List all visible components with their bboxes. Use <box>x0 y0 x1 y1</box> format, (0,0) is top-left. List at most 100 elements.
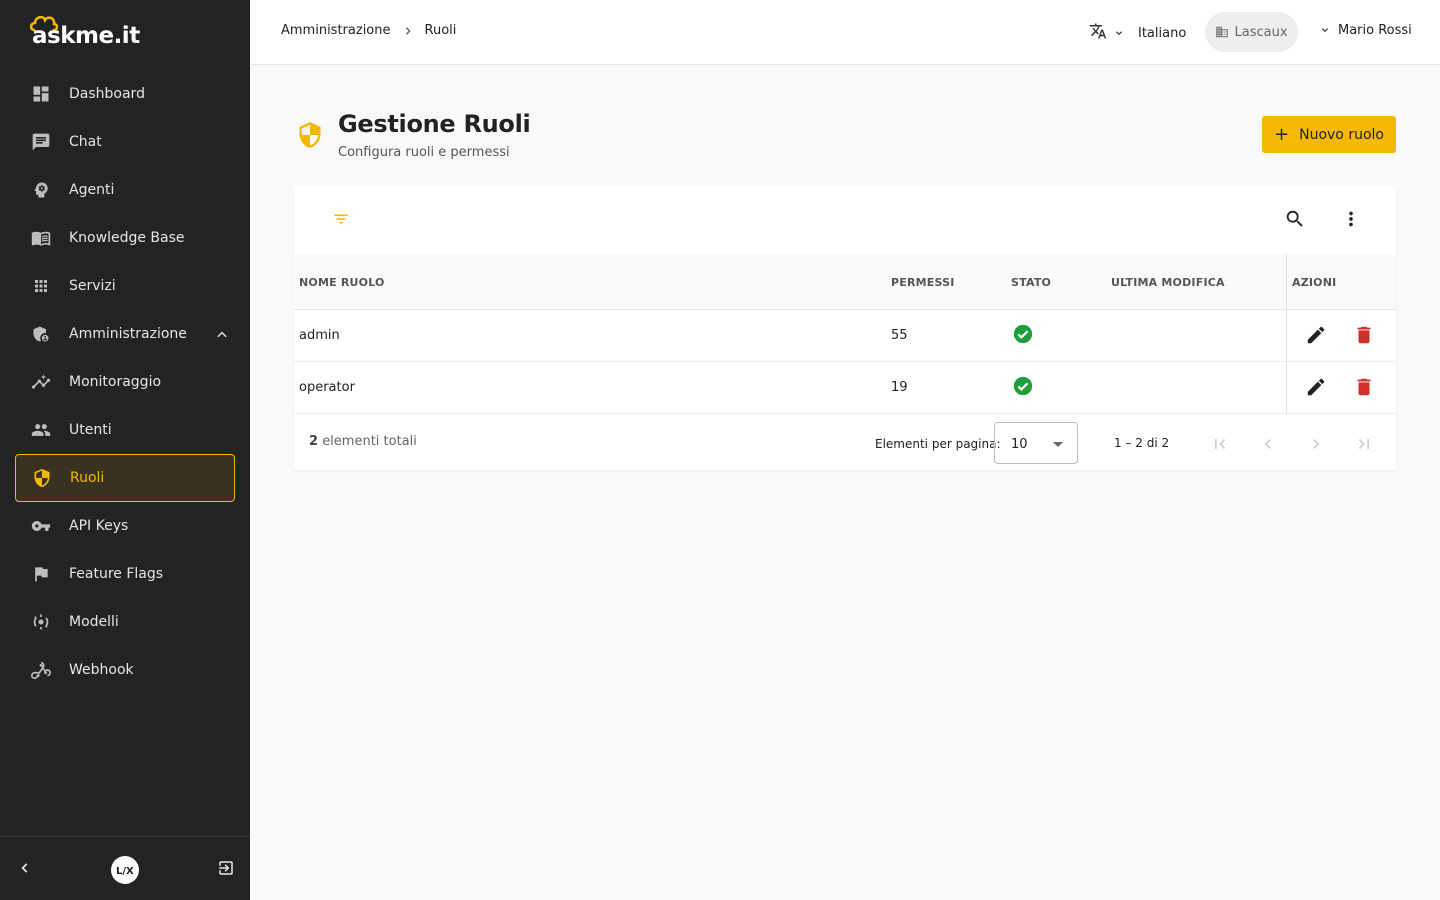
sidebar-item-amministrazione[interactable]: Amministrazione <box>15 310 235 358</box>
table-header: NOME RUOLO PERMESSI STATO ULTIMA MODIFIC… <box>294 254 1396 310</box>
language-selector[interactable]: Italiano <box>1088 22 1186 44</box>
shield-icon <box>31 467 53 489</box>
language-label: Italiano <box>1138 25 1187 41</box>
breadcrumb-item[interactable]: Amministrazione <box>281 23 391 38</box>
sidebar-item-modelli[interactable]: Modelli <box>15 598 235 646</box>
search-icon[interactable] <box>1284 208 1306 234</box>
sidebar-item-label: Servizi <box>69 278 116 294</box>
new-role-button-label: Nuovo ruolo <box>1299 126 1384 143</box>
last-page-icon[interactable] <box>1354 434 1374 458</box>
roles-table-card: NOME RUOLO PERMESSI STATO ULTIMA MODIFIC… <box>294 186 1396 470</box>
page-title: Gestione Ruoli <box>338 110 531 138</box>
flag-icon <box>30 563 52 585</box>
filter-icon[interactable] <box>330 210 352 232</box>
edit-icon[interactable] <box>1305 324 1327 350</box>
sidebar-item-label: API Keys <box>69 518 129 534</box>
new-role-button[interactable]: + Nuovo ruolo <box>1262 116 1396 153</box>
logout-icon[interactable] <box>217 859 235 881</box>
logo-text: askme.it <box>32 23 140 49</box>
tenant-label: Lascaux <box>1234 24 1288 40</box>
sidebar-item-label: Monitoraggio <box>69 374 162 390</box>
app-logo[interactable]: askme.it <box>30 12 142 49</box>
column-header-actions: AZIONI <box>1292 276 1337 289</box>
total-count: 2 elementi totali <box>309 434 417 449</box>
column-header-name[interactable]: NOME RUOLO <box>299 276 385 289</box>
chat-icon <box>30 131 52 153</box>
sidebar-item-ruoli[interactable]: Ruoli <box>15 454 235 502</box>
first-page-icon[interactable] <box>1210 434 1230 458</box>
sidebar-item-label: Chat <box>69 134 102 150</box>
more-vertical-icon[interactable] <box>1340 208 1362 234</box>
column-header-status[interactable]: STATO <box>1011 276 1051 289</box>
sidebar-footer: L/X <box>0 836 250 900</box>
sidebar-item-webhook[interactable]: Webhook <box>15 646 235 694</box>
page-subtitle: Configura ruoli e permessi <box>338 145 510 160</box>
sidebar-item-knowledge-base[interactable]: Knowledge Base <box>15 214 235 262</box>
breadcrumb: Amministrazione Ruoli <box>281 23 456 38</box>
translate-icon <box>1088 22 1108 44</box>
top-header: Amministrazione Ruoli Italiano Lascaux M… <box>250 0 1440 65</box>
sidebar-item-utenti[interactable]: Utenti <box>15 406 235 454</box>
next-page-icon[interactable] <box>1306 434 1326 458</box>
role-name: admin <box>299 328 340 343</box>
edit-icon[interactable] <box>1305 376 1327 402</box>
dashboard-icon <box>30 83 52 105</box>
role-permissions: 19 <box>891 380 908 395</box>
dropdown-arrow-icon <box>1053 442 1063 447</box>
column-header-permissions[interactable]: PERMESSI <box>891 276 955 289</box>
column-header-last-modified[interactable]: ULTIMA MODIFICA <box>1111 276 1225 289</box>
sidebar-item-label: Agenti <box>69 182 115 198</box>
collapse-sidebar-icon[interactable] <box>18 859 32 881</box>
sidebar-item-label: Dashboard <box>69 86 145 102</box>
table-row[interactable]: admin 55 <box>294 310 1396 362</box>
sidebar-item-label: Feature Flags <box>69 566 164 582</box>
sidebar-item-agenti[interactable]: Agenti <box>15 166 235 214</box>
key-icon <box>30 515 52 537</box>
analytics-icon <box>30 371 52 393</box>
sidebar-item-feature-flags[interactable]: Feature Flags <box>15 550 235 598</box>
delete-icon[interactable] <box>1353 376 1375 402</box>
plus-icon: + <box>1274 123 1290 145</box>
sidebar-item-label: Modelli <box>69 614 119 630</box>
model-icon <box>30 611 52 633</box>
brand-avatar[interactable]: L/X <box>111 856 139 884</box>
people-icon <box>30 419 52 441</box>
pagination-range: 1 – 2 di 2 <box>1114 436 1170 450</box>
prev-page-icon[interactable] <box>1258 434 1278 458</box>
user-name: Mario Rossi <box>1338 23 1412 38</box>
chevron-up-icon[interactable] <box>215 327 229 346</box>
per-page-value: 10 <box>1011 437 1028 452</box>
role-name: operator <box>299 380 355 395</box>
role-permissions: 55 <box>891 328 908 343</box>
sidebar-item-label: Amministrazione <box>69 326 187 342</box>
building-icon <box>1216 26 1229 38</box>
chevron-down-icon <box>1320 23 1330 38</box>
sidebar-item-label: Ruoli <box>70 470 105 486</box>
tenant-selector[interactable]: Lascaux <box>1205 12 1298 52</box>
chevron-right-icon <box>403 25 413 37</box>
sidebar-item-label: Utenti <box>69 422 112 438</box>
admin-shield-icon <box>30 323 52 345</box>
table-row[interactable]: operator 19 <box>294 362 1396 414</box>
webhook-icon <box>30 659 52 681</box>
book-icon <box>30 227 52 249</box>
delete-icon[interactable] <box>1353 324 1375 350</box>
apps-grid-icon <box>30 275 52 297</box>
svg-text:L/X: L/X <box>116 866 134 877</box>
per-page-select[interactable]: 10 <box>994 422 1078 464</box>
sidebar-item-monitoraggio[interactable]: Monitoraggio <box>15 358 235 406</box>
sidebar-item-api-keys[interactable]: API Keys <box>15 502 235 550</box>
sidebar-item-dashboard[interactable]: Dashboard <box>15 70 235 118</box>
per-page-label: Elementi per pagina: <box>875 437 1001 451</box>
sidebar-item-label: Knowledge Base <box>69 230 185 246</box>
sidebar-item-label: Webhook <box>69 662 134 678</box>
agent-icon <box>30 179 52 201</box>
sidebar-item-servizi[interactable]: Servizi <box>15 262 235 310</box>
total-count-label: elementi totali <box>322 434 417 449</box>
user-menu[interactable]: Mario Rossi <box>1320 23 1412 38</box>
sidebar: askme.it Dashboard Chat Agenti Knowledge… <box>0 0 250 900</box>
sidebar-nav: Dashboard Chat Agenti Knowledge Base Ser… <box>15 70 235 694</box>
chevron-down-icon <box>1114 26 1124 41</box>
total-count-number: 2 <box>309 434 319 449</box>
sidebar-item-chat[interactable]: Chat <box>15 118 235 166</box>
